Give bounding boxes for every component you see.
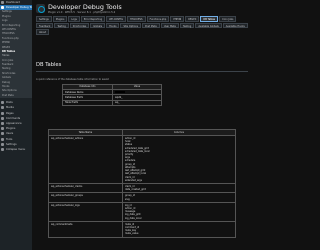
plugin-logo-icon	[36, 4, 45, 13]
table-row: wp_actionscheduler_claims claim_id date_cr…	[48, 182, 236, 194]
brush-icon	[1, 122, 4, 126]
tab[interactable]: PHPINI	[170, 16, 185, 22]
tab[interactable]: Hooks	[106, 22, 120, 29]
tab[interactable]: HTACCESS	[127, 16, 146, 22]
db-tables-table: Table Name Columns wp_actionscheduler_ac…	[48, 129, 236, 238]
tab[interactable]: Testing	[179, 22, 195, 29]
table-name: wp_actionscheduler_claims	[48, 182, 123, 194]
table-columns: meta_id comment_id meta_key meta_value	[122, 220, 236, 238]
pin-icon	[1, 101, 4, 105]
sidebar-item[interactable]: Collapse menu	[0, 147, 32, 152]
redacted-value	[115, 90, 125, 94]
tab-bar: Settings Plugins Logs Error Reporting WP-CON…	[36, 16, 248, 35]
table-name: wp_actionscheduler_actions	[48, 135, 123, 184]
admin-sidebar: DashboardDeveloper Debug ToolsSettingsPl…	[0, 0, 32, 250]
comment-icon	[1, 116, 4, 120]
section-heading: DB Tables	[36, 62, 62, 68]
dashboard-icon	[1, 1, 4, 5]
tab[interactable]: DB Tables	[200, 16, 219, 22]
tab[interactable]: REGEX	[185, 16, 200, 22]
table-columns: action_id hook status scheduled_date_gmt sch…	[122, 135, 236, 184]
tab[interactable]: Globals	[90, 22, 106, 29]
collapse-icon	[1, 147, 4, 151]
table-row: Table Prefix wp_	[62, 99, 162, 107]
tab[interactable]: Settings	[36, 16, 52, 22]
tab[interactable]: Functions.php	[146, 16, 170, 22]
table-columns: claim_id date_created_gmt	[122, 182, 236, 194]
tab[interactable]: Shortcodes	[69, 22, 90, 29]
settings-icon	[1, 142, 4, 146]
table-row: wp_commentmeta meta_id comment_id meta_key m…	[48, 220, 236, 238]
page-icon	[1, 111, 4, 115]
tab[interactable]: Logs	[68, 16, 80, 22]
sidebar-item-label: Collapse menu	[6, 147, 26, 151]
media-icon	[1, 106, 4, 110]
tool-icon	[1, 137, 4, 141]
tab[interactable]: About	[36, 29, 50, 35]
tab[interactable]: Testing	[54, 22, 69, 29]
column-name: date_created_gmt	[125, 188, 146, 192]
table-name: wp_actionscheduler_logs	[48, 201, 123, 222]
user-icon	[1, 132, 4, 136]
info-value: wp_	[112, 99, 162, 107]
tab[interactable]: WP-CONFIG	[106, 16, 127, 22]
tab[interactable]: Cron Jobs	[219, 16, 237, 22]
divider	[36, 71, 248, 72]
column-name: meta_value	[125, 232, 139, 236]
page-title: Developer Debug Tools	[48, 3, 122, 11]
column-name: slug	[125, 197, 130, 201]
info-label: Table Prefix	[62, 99, 113, 107]
table-name: wp_actionscheduler_groups	[48, 192, 123, 203]
table-name: wp_commentmeta	[48, 220, 123, 238]
main-content: Developer Debug Tools Plugin v1.0 · WPCS…	[32, 0, 250, 250]
plugin-version-info: Plugin v1.0 · WPCS 5 · Server 8.1 · phpM…	[48, 11, 116, 14]
table-row: wp_actionscheduler_groups group_id slug	[48, 192, 236, 203]
tab[interactable]: Available Globals	[195, 22, 222, 29]
tab[interactable]: Site Options	[120, 22, 142, 29]
tab-content: DB Tables A quick reference of the datab…	[36, 60, 248, 238]
section-description: A quick reference of the database table …	[36, 77, 109, 81]
tab[interactable]: Feedback	[36, 22, 54, 29]
column-name: log_date_local	[125, 216, 142, 220]
tab[interactable]: Post Meta	[142, 22, 160, 29]
column-name: extended_args	[125, 178, 142, 182]
plugin-icon	[1, 127, 4, 131]
table-row: wp_actionscheduler_actions action_id hook s…	[48, 135, 236, 184]
table-row: wp_actionscheduler_logs log_id action_id me…	[48, 201, 236, 222]
tab[interactable]: User Meta	[160, 22, 179, 29]
tab[interactable]: Available Hooks	[222, 22, 248, 29]
tab[interactable]: Error Reporting	[80, 16, 106, 22]
table-columns: log_id action_id message log_date_gmt log_da…	[122, 201, 236, 222]
database-info-table: Database Info Value Database Name Databas…	[62, 83, 162, 107]
wrench-icon	[1, 6, 4, 10]
tab[interactable]: Plugins	[52, 16, 68, 22]
table-columns: group_id slug	[122, 192, 236, 203]
